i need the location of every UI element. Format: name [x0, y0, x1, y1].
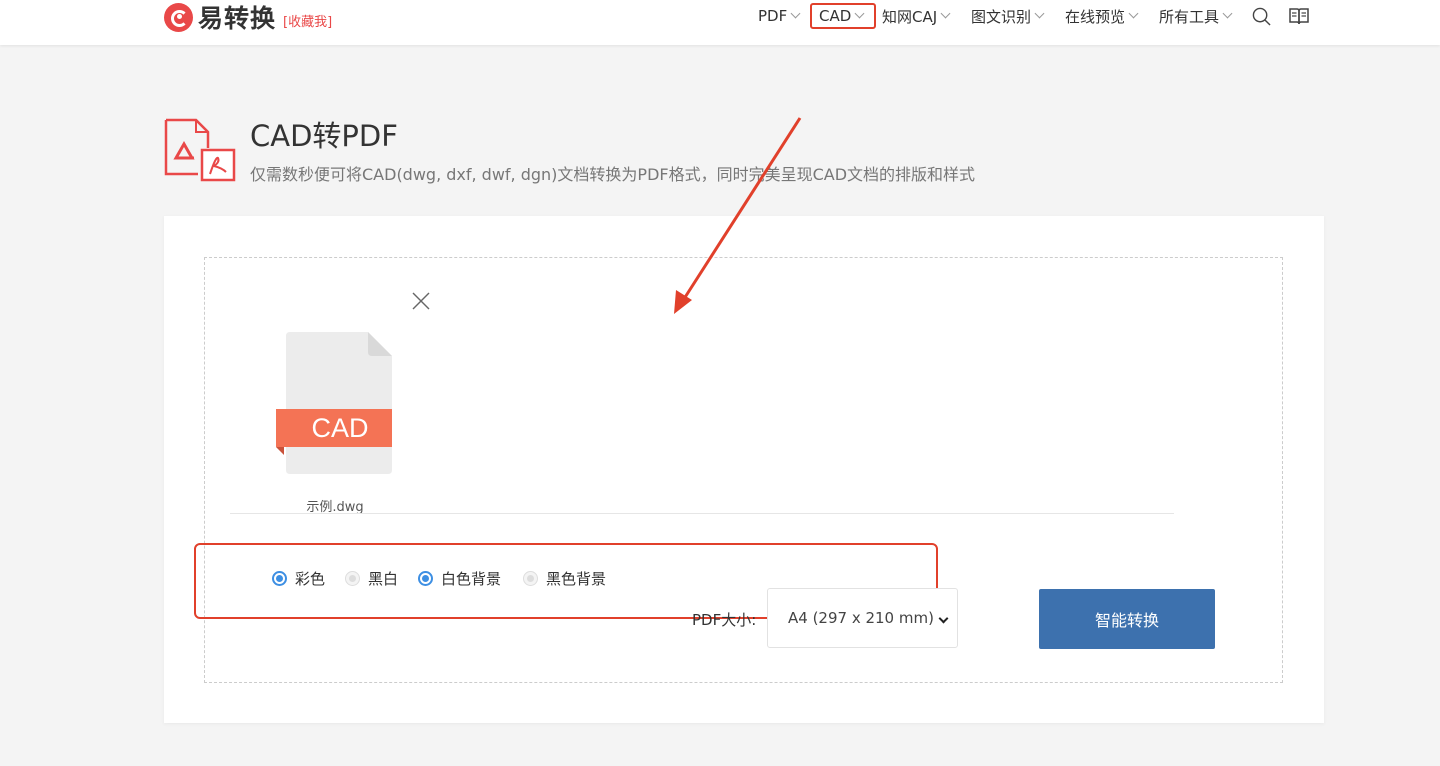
- nav-label: 知网CAJ: [882, 7, 938, 26]
- page-description: 仅需数秒便可将CAD(dwg, dxf, dwf, dgn)文档转换为PDF格式…: [250, 165, 976, 184]
- logo-icon: [164, 2, 193, 32]
- file-type-badge: CAD: [311, 413, 369, 443]
- option-label: 彩色: [295, 569, 326, 588]
- background-white[interactable]: 白色背景: [418, 567, 501, 589]
- chevron-down-icon: [790, 8, 801, 19]
- nav-label: 图文识别: [971, 7, 1032, 26]
- nav-all-tools[interactable]: 所有工具: [1159, 5, 1233, 27]
- chevron-down-icon: [1128, 8, 1139, 19]
- radio-selected[interactable]: [418, 570, 433, 586]
- nav-label: 所有工具: [1159, 7, 1220, 26]
- radio-disabled[interactable]: [345, 570, 360, 586]
- nav-label: PDF: [758, 7, 788, 25]
- option-label: 白色背景: [441, 569, 502, 588]
- color-mode-bw[interactable]: 黑白: [345, 567, 398, 589]
- cad-to-pdf-icon: [164, 118, 236, 182]
- nav-label: 在线预览: [1065, 7, 1126, 26]
- nav-caj[interactable]: 知网CAJ: [882, 5, 951, 27]
- nav-ocr[interactable]: 图文识别: [971, 5, 1045, 27]
- background-black[interactable]: 黑色背景: [523, 567, 606, 589]
- color-mode-color[interactable]: 彩色: [272, 567, 325, 589]
- option-label: 黑白: [368, 569, 399, 588]
- page-title: CAD转PDF: [250, 119, 398, 153]
- nav-preview[interactable]: 在线预览: [1065, 5, 1139, 27]
- divider: [230, 513, 1174, 514]
- logo-text: 易转换: [198, 4, 277, 33]
- book-icon[interactable]: [1288, 6, 1310, 26]
- radio-selected[interactable]: [272, 570, 287, 586]
- pdf-size-label: PDF大小:: [692, 611, 757, 629]
- chevron-down-icon: [938, 613, 949, 624]
- chevron-down-icon: [1222, 8, 1233, 19]
- pdf-size-select[interactable]: A4 (297 x 210 mm): [767, 588, 958, 648]
- option-label: 黑色背景: [546, 569, 607, 588]
- nav-cad[interactable]: CAD: [819, 5, 865, 27]
- radio-disabled[interactable]: [523, 570, 538, 586]
- site-logo[interactable]: 易转换 [收藏我]: [164, 1, 332, 33]
- nav-label: CAD: [819, 7, 852, 25]
- file-icon: [276, 332, 392, 474]
- converter-card: CAD 示例.dwg 彩色 黑白 白色背景 黑色背景 PDF大小: A4 (29…: [164, 216, 1324, 723]
- pdf-size-value: A4 (297 x 210 mm): [788, 609, 934, 627]
- chevron-down-icon: [940, 8, 951, 19]
- chevron-down-icon: [854, 8, 865, 19]
- search-icon[interactable]: [1252, 7, 1271, 26]
- top-header: 易转换 [收藏我] PDF CAD 知网CAJ 图文识别 在线预览 所有工具: [0, 0, 1440, 45]
- favorite-link[interactable]: [收藏我]: [283, 11, 332, 30]
- file-card: CAD: [276, 328, 394, 478]
- convert-button[interactable]: 智能转换: [1039, 589, 1215, 649]
- chevron-down-icon: [1034, 8, 1045, 19]
- close-icon[interactable]: [412, 292, 430, 310]
- nav-pdf[interactable]: PDF: [758, 5, 801, 27]
